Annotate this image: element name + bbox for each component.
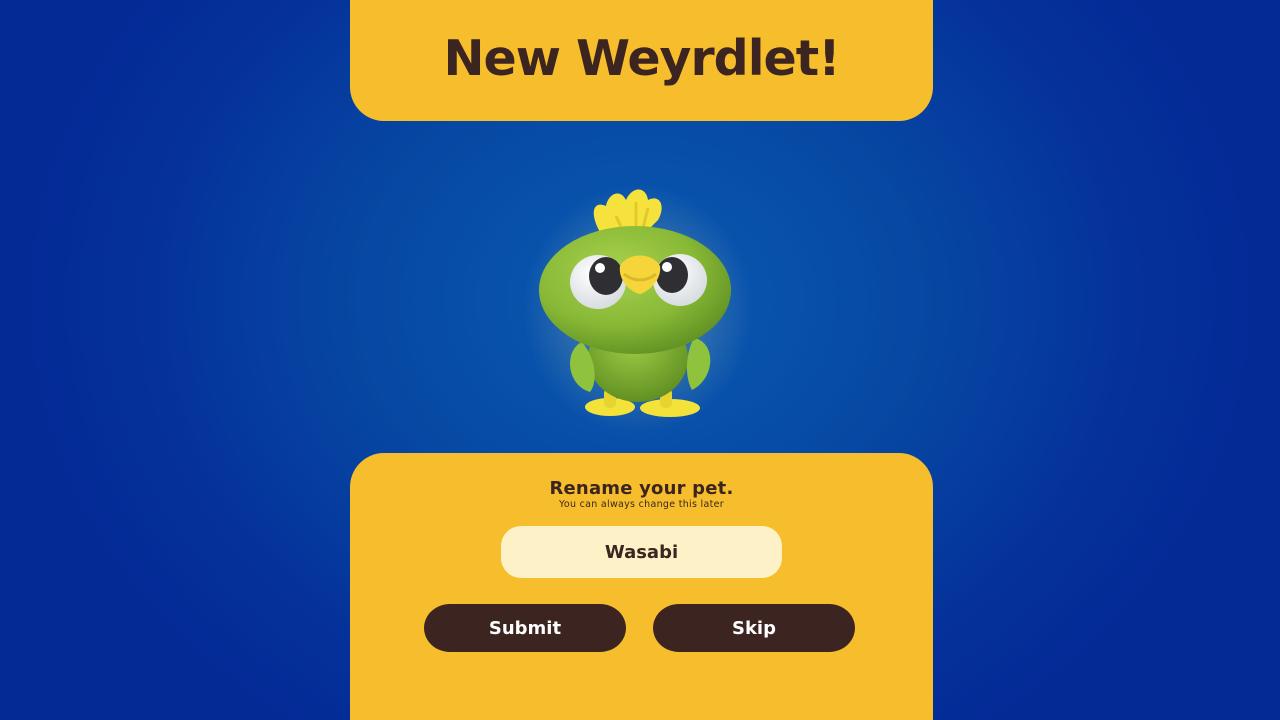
- submit-button[interactable]: Submit: [424, 604, 626, 652]
- pet-name-input[interactable]: [501, 526, 782, 578]
- page-title: New Weyrdlet!: [443, 30, 840, 87]
- rename-prompt: Rename your pet.: [549, 478, 734, 499]
- skip-button[interactable]: Skip: [653, 604, 855, 652]
- rename-panel: Rename your pet. You can always change t…: [350, 453, 933, 720]
- pet-display: [520, 170, 760, 435]
- rename-hint: You can always change this later: [559, 499, 724, 510]
- title-panel: New Weyrdlet!: [350, 0, 933, 121]
- green-bird-pet-icon: [523, 185, 753, 435]
